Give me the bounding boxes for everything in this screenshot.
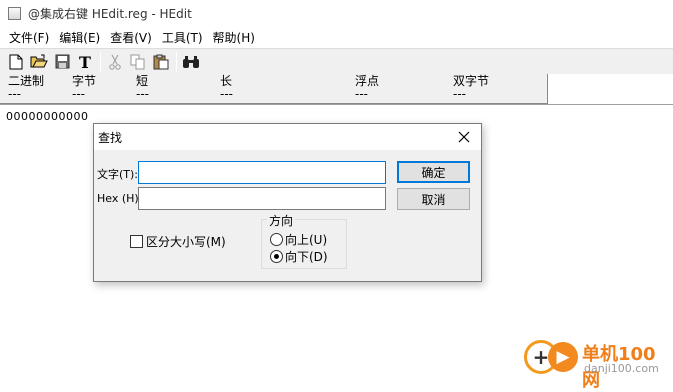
play-icon: ▶ [548,342,578,372]
column-long: 长 --- [220,75,233,101]
header-spacer [548,74,673,104]
cut-icon[interactable] [104,51,126,73]
direction-down-label: 向下(D) [285,250,328,264]
open-folder-icon[interactable] [28,51,50,73]
column-byte: 字节 --- [72,75,96,101]
paste-icon[interactable] [150,51,172,73]
find-dialog-title: 查找 [98,130,123,145]
watermark-url: danji100.com [584,362,659,375]
text-search-input[interactable] [138,161,386,184]
close-icon[interactable] [453,126,475,148]
hex-label: Hex (H): [97,192,143,205]
column-short-value: --- [136,87,149,101]
menu-edit[interactable]: 编辑(E) [54,29,105,46]
font-icon[interactable]: T [74,51,96,73]
column-double-value: --- [453,87,466,101]
column-float: 浮点 --- [355,75,379,101]
column-binary-value: --- [8,87,21,101]
menu-bar: 文件(F) 编辑(E) 查看(V) 工具(T) 帮助(H) [0,27,673,47]
hex-offset-line: 00000000000 [6,110,89,123]
radio-up-circle[interactable] [270,233,283,246]
svg-text:T: T [79,54,91,70]
direction-up-label: 向上(U) [285,233,328,247]
find-binoculars-icon[interactable] [180,51,202,73]
ok-button[interactable]: 确定 [397,161,470,183]
title-bar: @集成右键 HEdit.reg - HEdit [0,0,673,26]
column-byte-value: --- [72,87,85,101]
app-icon [8,6,21,20]
menu-help[interactable]: 帮助(H) [208,29,260,46]
new-file-icon[interactable] [5,51,27,73]
cancel-button[interactable]: 取消 [397,188,470,210]
toolbar-separator [176,51,177,72]
checkbox-box[interactable] [130,235,143,248]
direction-up-radio[interactable]: 向上(U) [270,231,327,248]
match-case-label: 区分大小写(M) [146,235,226,249]
save-icon[interactable] [51,51,73,73]
hex-search-input[interactable] [138,187,386,210]
direction-title: 方向 [267,212,296,229]
value-columns-header: 二进制 --- 字节 --- 短 --- 长 --- 浮点 --- 双字节 --… [0,74,548,104]
toolbar-separator [100,51,101,72]
column-double: 双字节 --- [453,75,489,101]
toolbar: T [0,48,673,74]
find-dialog: 查找 文字(T): Hex (H): 确定 取消 区分大小写(M) 方向 向上(… [93,123,482,282]
radio-down-circle[interactable] [270,250,283,263]
menu-tools[interactable]: 工具(T) [157,29,208,46]
menu-file[interactable]: 文件(F) [4,29,54,46]
column-short: 短 --- [136,75,149,101]
menu-view[interactable]: 查看(V) [105,29,157,46]
column-long-value: --- [220,87,233,101]
window-title: @集成右键 HEdit.reg - HEdit [28,6,192,21]
match-case-checkbox[interactable]: 区分大小写(M) [130,233,226,250]
text-label: 文字(T): [97,168,139,181]
find-dialog-titlebar: 查找 [94,124,481,150]
copy-icon[interactable] [127,51,149,73]
watermark-logo: + ▶ 单机100网 danji100.com [520,334,673,391]
column-float-value: --- [355,87,368,101]
column-binary: 二进制 --- [8,75,44,101]
direction-down-radio[interactable]: 向下(D) [270,248,328,265]
